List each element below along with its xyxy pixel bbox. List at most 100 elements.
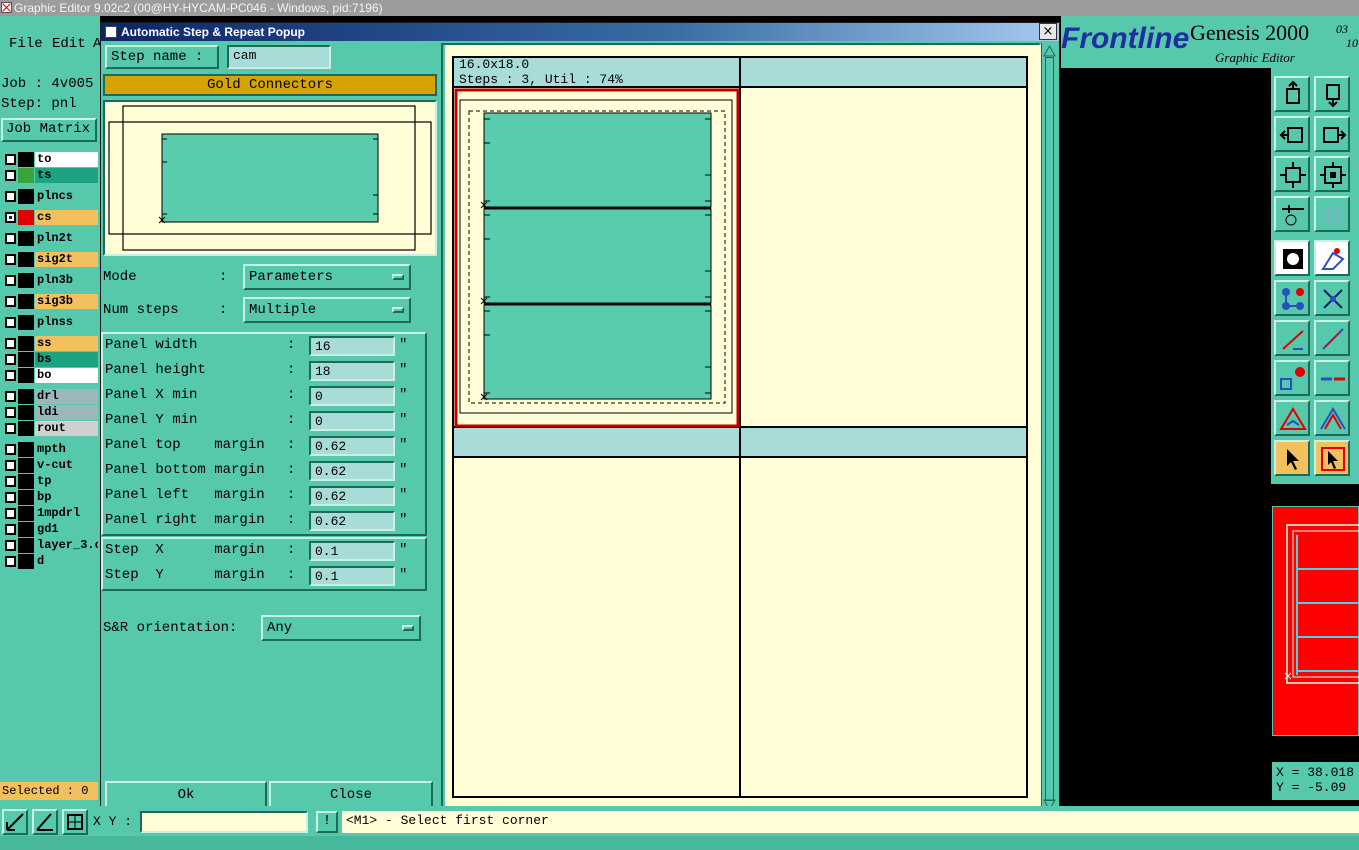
layer-color-swatch[interactable]: [18, 522, 34, 537]
layer-checkbox[interactable]: [5, 370, 16, 381]
cross-select-icon[interactable]: [1314, 280, 1350, 316]
layer-color-swatch[interactable]: [18, 252, 34, 267]
layer-name[interactable]: layer_3.c: [35, 538, 98, 553]
layer-row[interactable]: 1mpdrl: [0, 506, 98, 521]
layer-name[interactable]: bs: [35, 352, 98, 367]
layer-name[interactable]: sig2t: [35, 252, 98, 267]
layer-color-swatch[interactable]: [18, 315, 34, 330]
layer-name[interactable]: v-cut: [35, 458, 98, 473]
layer-color-swatch[interactable]: [18, 458, 34, 473]
layer-row[interactable]: ts: [0, 168, 98, 183]
step-name-input[interactable]: cam: [227, 45, 331, 69]
layer-color-swatch[interactable]: [18, 554, 34, 569]
layer-color-swatch[interactable]: [18, 405, 34, 420]
pan-left-icon[interactable]: [1274, 116, 1310, 152]
param-input[interactable]: 0: [309, 386, 395, 406]
highlight-icon[interactable]: [1314, 240, 1350, 276]
param-input[interactable]: 0.1: [309, 541, 395, 561]
layer-name[interactable]: sig3b: [35, 294, 98, 309]
layer-row[interactable]: pln2t: [0, 231, 98, 246]
layer-checkbox[interactable]: [5, 317, 16, 328]
layer-checkbox[interactable]: [5, 354, 16, 365]
layer-checkbox[interactable]: [5, 524, 16, 535]
close-icon[interactable]: ×: [1039, 23, 1057, 40]
panel-thumbnail[interactable]: [1272, 506, 1359, 736]
close-button[interactable]: Close: [269, 781, 433, 809]
layer-name[interactable]: rout: [35, 421, 98, 436]
layer-color-swatch[interactable]: [18, 490, 34, 505]
layer-row[interactable]: layer_3.c: [0, 538, 98, 553]
layer-row[interactable]: tp: [0, 474, 98, 489]
layer-row[interactable]: d: [0, 554, 98, 569]
scroll-up-icon[interactable]: [1043, 45, 1056, 57]
layer-name[interactable]: plnss: [35, 315, 98, 330]
measure-icon[interactable]: [1274, 196, 1310, 232]
layer-color-swatch[interactable]: [18, 389, 34, 404]
layer-color-swatch[interactable]: [18, 273, 34, 288]
connect-pads-icon[interactable]: [1274, 280, 1310, 316]
layer-name[interactable]: ldi: [35, 405, 98, 420]
line-tool-icon[interactable]: [1274, 320, 1310, 356]
menu-file[interactable]: File: [9, 36, 43, 52]
layer-name[interactable]: 1mpdrl: [35, 506, 98, 521]
arc-tool-icon[interactable]: [1314, 320, 1350, 356]
layer-color-swatch[interactable]: [18, 231, 34, 246]
layer-checkbox[interactable]: [5, 508, 16, 519]
layer-name[interactable]: gd1: [35, 522, 98, 537]
param-input[interactable]: 0.1: [309, 566, 395, 586]
layer-name[interactable]: ss: [35, 336, 98, 351]
layer-color-swatch[interactable]: [18, 506, 34, 521]
layer-row[interactable]: v-cut: [0, 458, 98, 473]
param-input[interactable]: 16: [309, 336, 395, 356]
layer-row[interactable]: plncs: [0, 189, 98, 204]
grid-snap-icon[interactable]: [62, 809, 88, 835]
layer-name[interactable]: ts: [35, 168, 98, 183]
layer-row[interactable]: sig2t: [0, 252, 98, 267]
layer-color-swatch[interactable]: [18, 421, 34, 436]
layer-color-swatch[interactable]: [18, 168, 34, 183]
layer-row[interactable]: drl: [0, 389, 98, 404]
polygon-tool-icon[interactable]: [1274, 400, 1310, 436]
snap-icon[interactable]: [2, 809, 28, 835]
layer-row[interactable]: mpth: [0, 442, 98, 457]
scroll-track[interactable]: [1045, 57, 1054, 801]
param-input[interactable]: 0.62: [309, 486, 395, 506]
layer-color-swatch[interactable]: [18, 294, 34, 309]
layer-checkbox[interactable]: [5, 444, 16, 455]
step-repeat-canvas[interactable]: 16.0x18.0 Steps : 3, Util : 74%: [445, 45, 1041, 807]
break-line-icon[interactable]: [1314, 360, 1350, 396]
layer-checkbox[interactable]: [5, 540, 16, 551]
param-input[interactable]: 0: [309, 411, 395, 431]
select-box-icon[interactable]: [1314, 440, 1350, 476]
layer-name[interactable]: drl: [35, 389, 98, 404]
layer-color-swatch[interactable]: [18, 474, 34, 489]
layer-color-swatch[interactable]: [18, 336, 34, 351]
job-matrix-button[interactable]: Job Matrix: [1, 118, 97, 142]
display-mode-icon[interactable]: [1274, 240, 1310, 276]
pan-up-icon[interactable]: [1274, 76, 1310, 112]
layer-row[interactable]: pln3b: [0, 273, 98, 288]
pad-tool-icon[interactable]: [1274, 360, 1310, 396]
ok-button[interactable]: Ok: [105, 781, 267, 809]
layer-checkbox[interactable]: [5, 492, 16, 503]
layer-name[interactable]: pln3b: [35, 273, 98, 288]
layer-row[interactable]: bo: [0, 368, 98, 383]
param-input[interactable]: 18: [309, 361, 395, 381]
grid-icon[interactable]: [1314, 196, 1350, 232]
layer-row[interactable]: to: [0, 152, 98, 167]
layer-name[interactable]: mpth: [35, 442, 98, 457]
zoom-in-icon[interactable]: [1314, 156, 1350, 192]
layer-checkbox[interactable]: [5, 338, 16, 349]
layer-checkbox[interactable]: [5, 275, 16, 286]
orientation-dropdown[interactable]: Any: [261, 615, 421, 641]
canvas-scrollbar[interactable]: [1041, 43, 1057, 813]
layer-name[interactable]: cs: [35, 210, 98, 225]
layer-checkbox[interactable]: [5, 407, 16, 418]
layer-row[interactable]: bs: [0, 352, 98, 367]
layer-color-swatch[interactable]: [18, 210, 34, 225]
layer-row[interactable]: ss: [0, 336, 98, 351]
layer-checkbox[interactable]: [5, 191, 16, 202]
exec-button[interactable]: !: [316, 811, 338, 833]
surface-tool-icon[interactable]: [1314, 400, 1350, 436]
xy-input[interactable]: [140, 811, 308, 833]
